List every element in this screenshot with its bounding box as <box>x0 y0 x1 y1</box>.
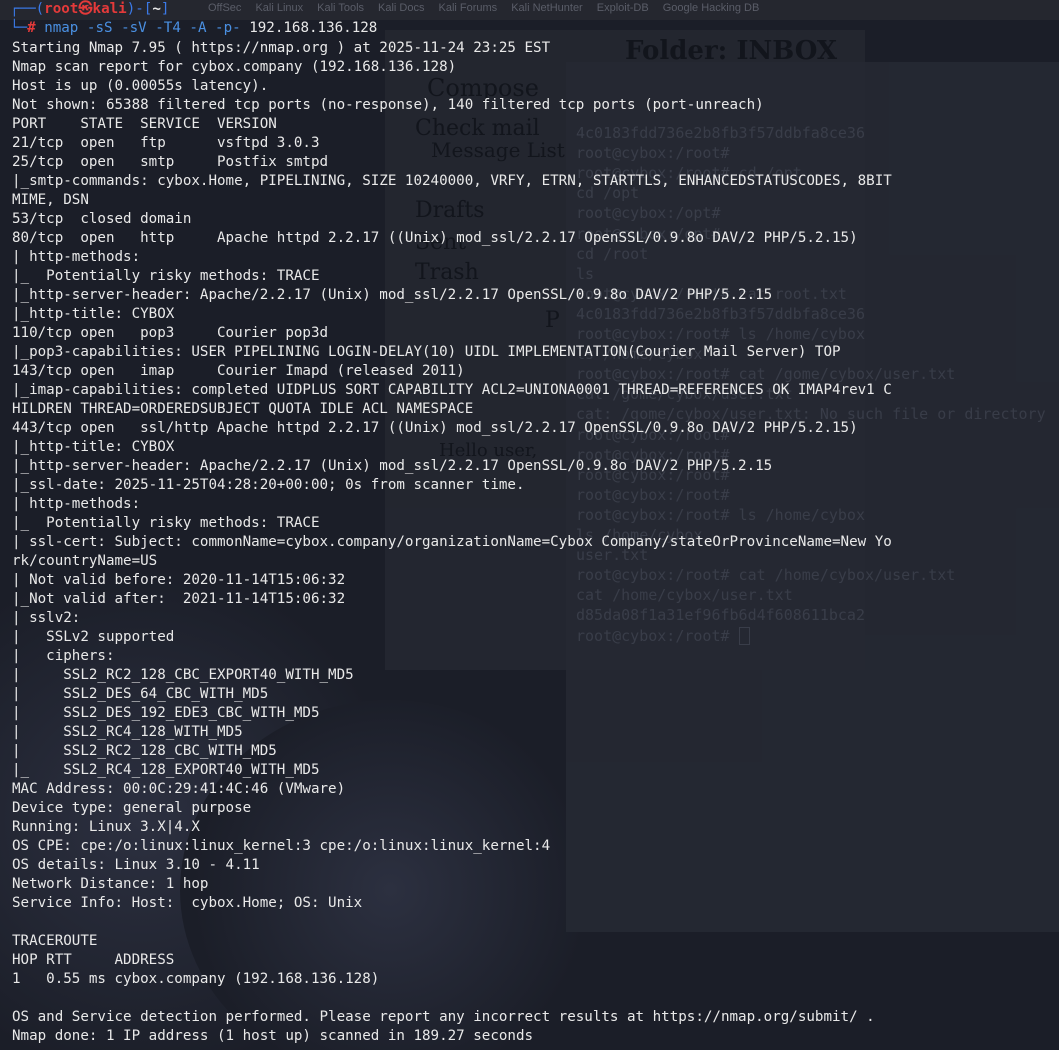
output-line: |_Not valid after: 2021-11-14T15:06:32 <box>12 591 346 607</box>
terminal-output: Starting Nmap 7.95 ( https://nmap.org ) … <box>12 39 1052 1046</box>
output-line: Network Distance: 1 hop <box>12 876 209 892</box>
output-line: |_ SSL2_RC4_128_EXPORT40_WITH_MD5 <box>12 762 320 778</box>
output-line: HOP RTT ADDRESS <box>12 952 175 968</box>
output-line: Starting Nmap 7.95 ( https://nmap.org ) … <box>12 40 551 56</box>
output-line: OS details: Linux 3.10 - 4.11 <box>12 857 260 873</box>
output-line: Host is up (0.00055s latency). <box>12 78 269 94</box>
prompt-user-host: root㉿kali <box>44 1 127 17</box>
command-target: 192.168.136.128 <box>249 20 378 36</box>
prompt-frame: )-[ <box>126 1 153 17</box>
output-line: |_http-server-header: Apache/2.2.17 (Uni… <box>12 287 773 303</box>
output-line: TRACEROUTE <box>12 933 98 949</box>
prompt-frame: ] <box>160 1 170 17</box>
output-line: 25/tcp open smtp Postfix smtpd <box>12 154 329 170</box>
output-line: |_http-title: CYBOX <box>12 439 175 455</box>
output-line: | ciphers: <box>12 648 115 664</box>
output-line: 21/tcp open ftp vsftpd 3.0.3 <box>12 135 320 151</box>
command-args: -sS -sV -T4 -A -p- <box>78 20 250 36</box>
command-line: └─# nmap -sS -sV -T4 -A -p- 192.168.136.… <box>10 19 377 38</box>
output-line: Nmap scan report for cybox.company (192.… <box>12 59 457 75</box>
output-line: Device type: general purpose <box>12 800 252 816</box>
command-name: nmap <box>44 20 79 36</box>
output-line: |_http-title: CYBOX <box>12 306 175 322</box>
output-line: | SSL2_RC2_128_CBC_WITH_MD5 <box>12 743 277 759</box>
output-line: | SSLv2 supported <box>12 629 175 645</box>
output-line: 53/tcp closed domain <box>12 211 192 227</box>
output-line: OS CPE: cpe:/o:linux:linux_kernel:3 cpe:… <box>12 838 551 854</box>
output-line: 80/tcp open http Apache httpd 2.2.17 ((U… <box>12 230 858 246</box>
output-line: Running: Linux 3.X|4.X <box>12 819 200 835</box>
prompt-frame: ┌──( <box>10 1 45 17</box>
prompt-hash: # <box>27 20 45 36</box>
output-line: | http-methods: <box>12 249 141 265</box>
output-line: | SSL2_DES_192_EDE3_CBC_WITH_MD5 <box>12 705 320 721</box>
output-line: 143/tcp open imap Courier Imapd (release… <box>12 363 465 379</box>
output-line: Not shown: 65388 filtered tcp ports (no-… <box>12 97 764 113</box>
output-line: | sslv2: <box>12 610 81 626</box>
output-line: OS and Service detection performed. Plea… <box>12 1009 875 1025</box>
output-line: |_imap-capabilities: completed UIDPLUS S… <box>12 382 892 398</box>
output-line: | http-methods: <box>12 496 141 512</box>
output-line: |_ Potentially risky methods: TRACE <box>12 515 320 531</box>
output-line: |_ Potentially risky methods: TRACE <box>12 268 320 284</box>
output-line: rk/countryName=US <box>12 553 158 569</box>
output-line: | SSL2_RC2_128_CBC_EXPORT40_WITH_MD5 <box>12 667 354 683</box>
output-line: MAC Address: 00:0C:29:41:4C:46 (VMware) <box>12 781 346 797</box>
prompt-frame: └─ <box>10 20 28 36</box>
output-line: 110/tcp open pop3 Courier pop3d <box>12 325 329 341</box>
output-line: |_http-server-header: Apache/2.2.17 (Uni… <box>12 458 773 474</box>
output-line: Service Info: Host: cybox.Home; OS: Unix <box>12 895 363 911</box>
prompt-path: ~ <box>152 1 161 17</box>
output-line: HILDREN THREAD=ORDEREDSUBJECT QUOTA IDLE… <box>12 401 474 417</box>
output-line: 443/tcp open ssl/http Apache httpd 2.2.1… <box>12 420 858 436</box>
output-line: PORT STATE SERVICE VERSION <box>12 116 277 132</box>
output-line: | SSL2_DES_64_CBC_WITH_MD5 <box>12 686 269 702</box>
output-line: |_ssl-date: 2025-11-25T04:28:20+00:00; 0… <box>12 477 525 493</box>
output-line: | SSL2_RC4_128_WITH_MD5 <box>12 724 243 740</box>
output-line: | ssl-cert: Subject: commonName=cybox.co… <box>12 534 892 550</box>
output-line: |_smtp-commands: cybox.Home, PIPELINING,… <box>12 173 892 189</box>
output-line: 1 0.55 ms cybox.company (192.168.136.128… <box>12 971 380 987</box>
output-line: |_pop3-capabilities: USER PIPELINING LOG… <box>12 344 841 360</box>
output-line: | Not valid before: 2020-11-14T15:06:32 <box>12 572 346 588</box>
output-line: MIME, DSN <box>12 192 89 208</box>
output-line: Nmap done: 1 IP address (1 host up) scan… <box>12 1028 534 1044</box>
terminal-window[interactable]: ┌──(root㉿kali)-[~] └─# nmap -sS -sV -T4 … <box>0 0 1059 1050</box>
